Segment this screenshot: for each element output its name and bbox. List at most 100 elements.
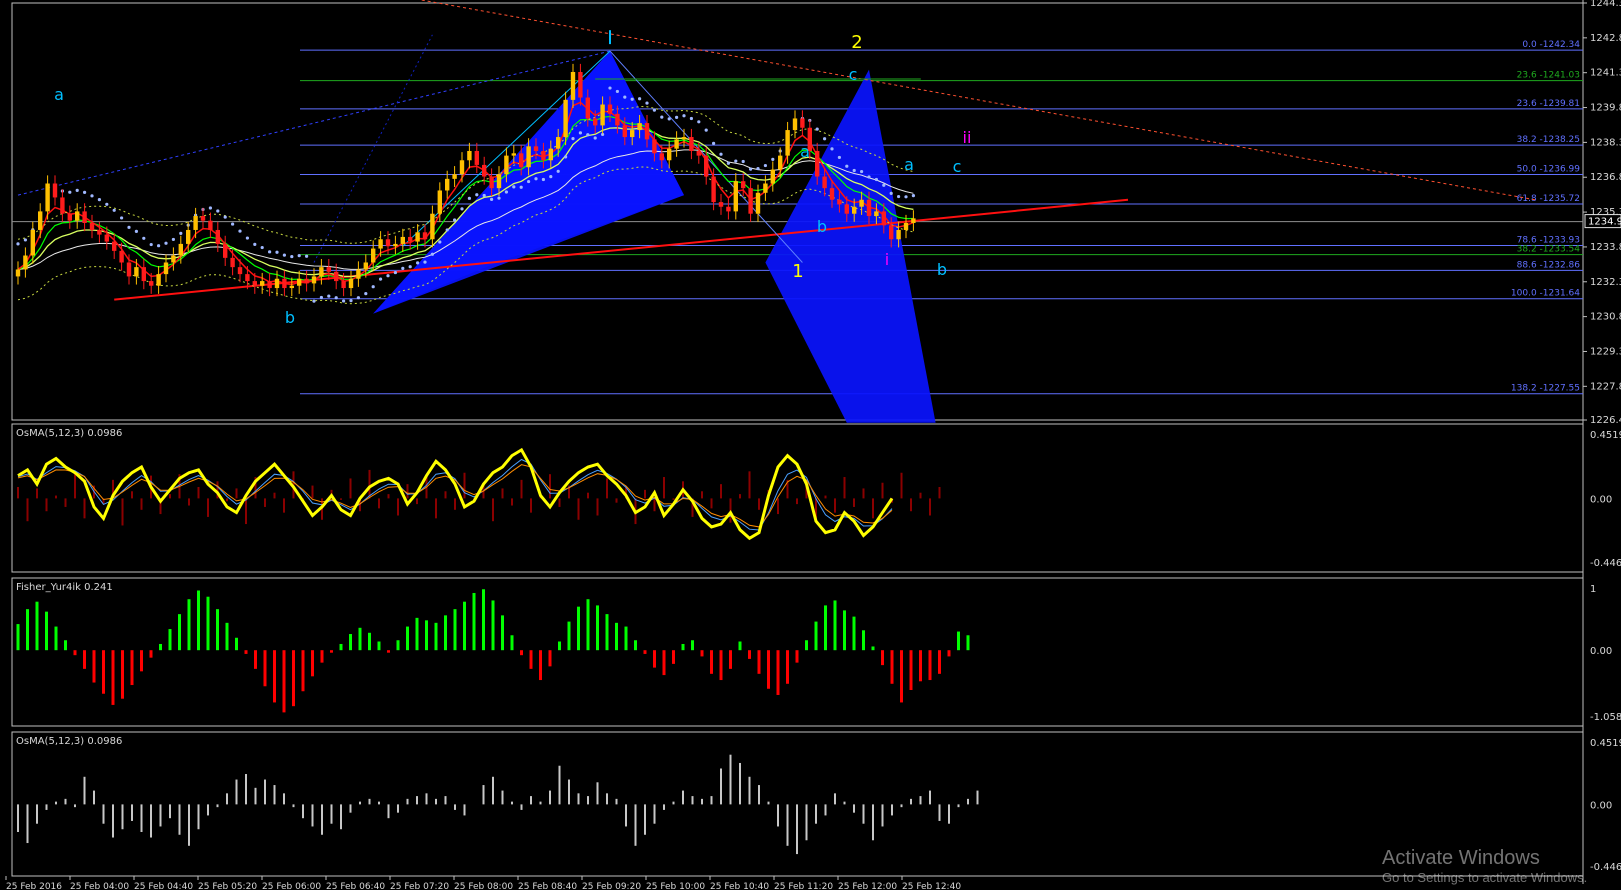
candle-body — [889, 225, 894, 240]
time-label: 25 Feb 08:00 — [454, 882, 513, 890]
panel-title: OsMA(5,12,3) 0.0986 — [16, 736, 122, 747]
watermark-subtitle: Go to Settings to activate Windows. — [1382, 870, 1588, 885]
parabolic-dot — [423, 260, 427, 264]
parabolic-dot — [460, 207, 464, 211]
candle-body — [578, 71, 583, 98]
time-label: 25 Feb 10:00 — [646, 882, 705, 890]
parabolic-dot — [105, 202, 109, 206]
panel-scale-label: 0.00 — [1590, 646, 1612, 657]
candle-body — [674, 139, 679, 149]
candle-body — [89, 222, 95, 230]
candle-body — [556, 137, 561, 149]
candle-body — [504, 155, 509, 175]
osma-line — [17, 447, 894, 541]
parabolic-dot — [645, 101, 649, 105]
osma-panel: OsMA(5,12,3) 0.0986 0.4519 0.00 -0.4463 — [16, 428, 1621, 569]
candle-body — [644, 123, 650, 140]
osma-gray-panel-frame — [11, 731, 1584, 877]
parabolic-dot — [534, 177, 538, 181]
time-label: 25 Feb 12:40 — [902, 882, 961, 890]
candle-body — [38, 211, 43, 230]
time-label: 25 Feb 05:20 — [198, 882, 257, 890]
candle-body — [326, 267, 331, 272]
candle-body — [430, 213, 435, 240]
candle-body — [659, 153, 664, 161]
wave-label-6: b — [817, 217, 827, 236]
parabolic-dot — [771, 157, 775, 161]
parabolic-dot — [120, 216, 124, 220]
wave-label-3: 2 — [851, 32, 862, 53]
candle-body — [733, 181, 738, 212]
price-label: 1230.87 — [1590, 312, 1621, 323]
candle-body — [385, 239, 391, 247]
parabolic-dot — [497, 196, 501, 200]
parabolic-dot — [660, 115, 664, 119]
candle-body — [748, 188, 753, 214]
time-label: 25 Feb 09:20 — [582, 882, 641, 890]
candle-body — [348, 278, 354, 289]
candle-body — [408, 236, 413, 242]
parabolic-dot — [578, 131, 583, 135]
parabolic-dot — [90, 194, 94, 198]
candle-body — [496, 174, 502, 189]
candle-body — [718, 202, 724, 207]
candle-body — [815, 150, 820, 177]
watermark-title: Activate Windows — [1382, 847, 1540, 869]
candle-body — [859, 199, 864, 207]
candle-body — [104, 234, 109, 242]
candle-body — [881, 211, 886, 226]
parabolic-dot — [726, 161, 731, 165]
candle-body — [112, 241, 117, 251]
price-label: 1236.87 — [1590, 172, 1621, 183]
time-label: 25 Feb 04:00 — [70, 882, 129, 890]
candle-body — [585, 97, 590, 119]
parabolic-dot — [630, 97, 634, 101]
candle-body — [474, 150, 479, 165]
parabolic-dot — [142, 236, 146, 240]
channel-dashed-line-steep — [313, 34, 433, 263]
parabolic-dot — [386, 274, 390, 278]
candle-body — [97, 229, 102, 235]
candle-body — [356, 269, 361, 279]
candle-body — [289, 285, 294, 289]
parabolic-dot — [867, 175, 871, 179]
parabolic-dot — [297, 254, 301, 258]
time-axis: 25 Feb 2016 25 Feb 04:00 25 Feb 04:40 25 Fe… — [5, 876, 961, 890]
candle-body — [452, 174, 457, 179]
wave-label-11: i — [885, 250, 889, 269]
candle-body — [23, 255, 28, 270]
candle-body — [297, 278, 302, 286]
parabolic-dot — [911, 194, 916, 198]
parabolic-dot — [312, 299, 316, 303]
parabolic-dot — [364, 291, 368, 296]
parabolic-dot — [556, 169, 560, 173]
parabolic-dot — [697, 120, 701, 124]
wave-label-7: 1 — [792, 261, 803, 282]
candle-body — [422, 232, 428, 240]
parabolic-dot — [593, 136, 597, 140]
parabolic-dot — [652, 108, 657, 112]
parabolic-dot — [904, 195, 908, 199]
parabolic-dot — [238, 229, 242, 233]
candle-body — [800, 118, 805, 128]
parabolic-dot — [208, 206, 212, 210]
candle-body — [652, 139, 657, 154]
candle-body — [511, 153, 516, 156]
price-label: 1242.87 — [1590, 33, 1621, 44]
candle-body — [704, 155, 709, 177]
candle-body — [260, 281, 265, 286]
candle-body — [911, 218, 916, 223]
parabolic-dot — [734, 159, 738, 163]
candle-body — [304, 278, 309, 284]
candle-body — [526, 146, 531, 168]
candle-body — [237, 267, 243, 275]
candle-body — [67, 213, 72, 221]
parabolic-dot — [16, 242, 20, 246]
candle-body — [274, 278, 280, 289]
panel-scale-label: 0.4519 — [1590, 430, 1621, 441]
parabolic-dot — [97, 198, 101, 202]
parabolic-dot — [675, 115, 679, 120]
parabolic-dot — [490, 197, 494, 201]
candle-body — [755, 192, 761, 214]
parabolic-dot — [512, 185, 516, 189]
